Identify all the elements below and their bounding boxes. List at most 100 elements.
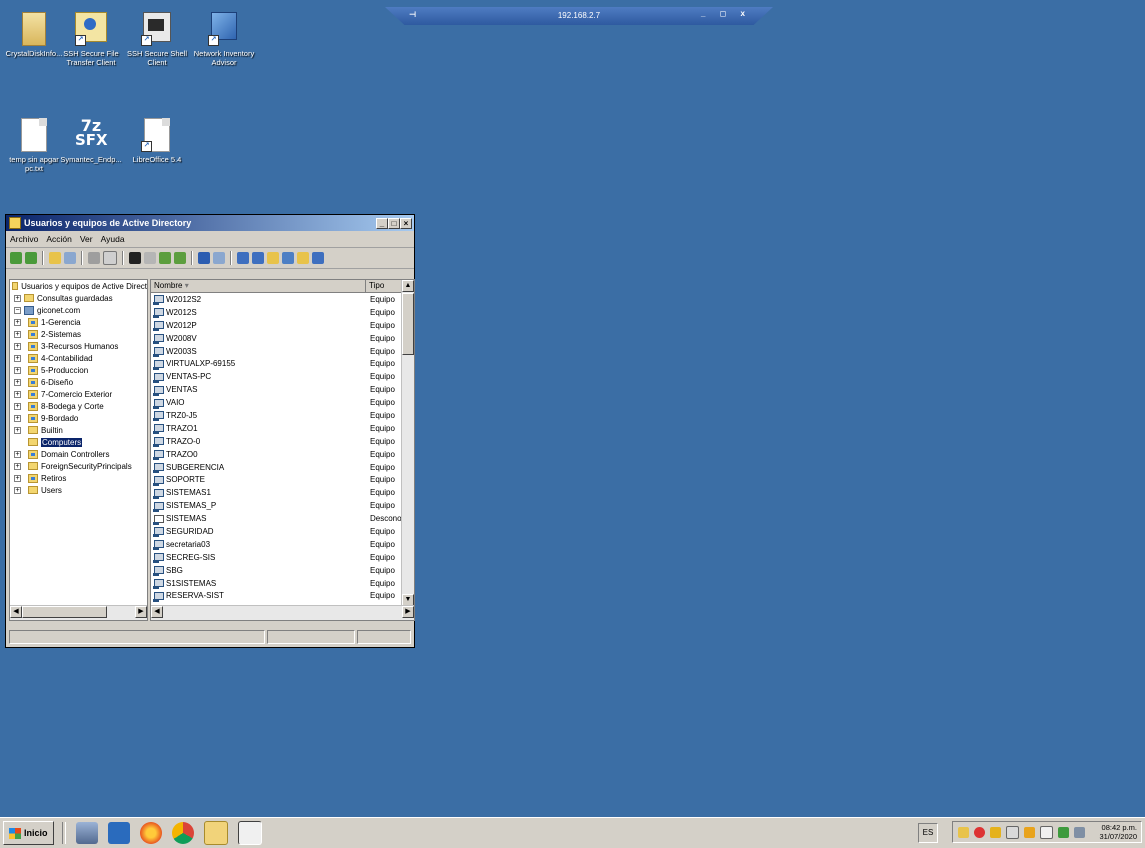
scroll-up-button[interactable]: ▲ xyxy=(402,280,414,292)
tree-item[interactable]: +1-Gerencia xyxy=(10,316,147,328)
firefox-icon[interactable] xyxy=(139,822,162,844)
desktop-icon-temp-txt[interactable]: temp sin apgar pc.txt xyxy=(2,118,66,173)
menu-archivo[interactable]: Archivo xyxy=(10,234,38,244)
list-item[interactable]: SOPORTE Equipo xyxy=(151,473,414,486)
list-item[interactable]: W2012S2 Equipo xyxy=(151,293,414,306)
expand-icon[interactable]: + xyxy=(14,450,21,458)
column-header-tipo[interactable]: Tipo xyxy=(366,280,402,292)
new-group-icon[interactable] xyxy=(252,252,264,264)
tree-item[interactable]: +2-Sistemas xyxy=(10,328,147,340)
list-item[interactable]: SECREG-SIS Equipo xyxy=(151,551,414,564)
list-item[interactable]: SISTEMAS1 Equipo xyxy=(151,486,414,499)
list-item[interactable]: secretaria03 Equipo xyxy=(151,538,414,551)
tray-disconnected-icon[interactable] xyxy=(1074,826,1085,838)
list-item[interactable]: SUBGERENCIA Equipo xyxy=(151,461,414,474)
menu-ayuda[interactable]: Ayuda xyxy=(101,234,125,244)
new-user-icon[interactable] xyxy=(237,252,249,264)
aduc-quicklaunch-icon[interactable] xyxy=(75,822,98,844)
menu-accion[interactable]: Acción xyxy=(46,234,72,244)
scroll-left-button[interactable]: ◀ xyxy=(151,606,163,618)
filter-icon[interactable] xyxy=(282,252,294,264)
tree-item[interactable]: +8-Bodega y Corte xyxy=(10,400,147,412)
maximize-button[interactable]: □ xyxy=(388,217,400,229)
list-item[interactable]: W2012S Equipo xyxy=(151,306,414,319)
expand-icon[interactable]: + xyxy=(14,486,21,494)
cut-icon[interactable] xyxy=(88,252,100,264)
tray-update-icon[interactable] xyxy=(1024,826,1035,838)
rdp-window-controls[interactable]: _ ◻ x xyxy=(701,9,751,18)
tree-item-root[interactable]: Usuarios y equipos de Active Direct xyxy=(10,280,147,292)
up-folder-icon[interactable] xyxy=(49,252,61,264)
list-item[interactable]: VENTAS-PC Equipo xyxy=(151,370,414,383)
tree-item[interactable]: Computers xyxy=(10,436,147,448)
forward-icon[interactable] xyxy=(25,252,37,264)
list-item[interactable]: VIRTUALXP-69155 Equipo xyxy=(151,357,414,370)
tree-item[interactable]: +9-Bordado xyxy=(10,412,147,424)
close-button[interactable]: × xyxy=(400,217,412,229)
console-tree[interactable]: Usuarios y equipos de Active Direct + Co… xyxy=(9,279,148,621)
language-indicator[interactable]: ES xyxy=(918,823,938,843)
collapse-icon[interactable]: − xyxy=(14,306,21,314)
list-item[interactable]: VAIO Equipo xyxy=(151,396,414,409)
desktop-icon-network-inventory[interactable]: ↗ Network Inventory Advisor xyxy=(192,12,256,67)
view-icon[interactable] xyxy=(213,252,225,264)
results-list[interactable]: Nombre ▾ Tipo W2012S2 Equipo W2012S Equipo W… xyxy=(150,279,415,621)
scroll-thumb[interactable] xyxy=(402,293,414,355)
expand-icon[interactable]: + xyxy=(14,414,21,422)
clock[interactable]: 08:42 p.m. 31/07/2020 xyxy=(1099,823,1137,841)
expand-icon[interactable]: + xyxy=(14,330,21,338)
expand-icon[interactable]: + xyxy=(14,354,21,362)
expand-icon[interactable]: + xyxy=(14,474,21,482)
new-ou-icon[interactable] xyxy=(267,252,279,264)
expand-icon[interactable]: + xyxy=(14,390,21,398)
tree-item[interactable]: +6-Diseño xyxy=(10,376,147,388)
tray-shield-icon[interactable] xyxy=(990,826,1001,838)
show-tree-icon[interactable] xyxy=(64,252,76,264)
tray-sync-icon[interactable] xyxy=(1058,826,1069,838)
tree-item[interactable]: + Builtin xyxy=(10,424,147,436)
copy-icon[interactable] xyxy=(103,251,117,265)
powershell-icon[interactable] xyxy=(107,822,130,844)
tray-security-icon[interactable] xyxy=(974,826,985,838)
explorer-folder-icon[interactable] xyxy=(203,821,228,845)
list-item[interactable]: SISTEMAS_P Equipo xyxy=(151,499,414,512)
list-item[interactable]: SBG Equipo xyxy=(151,564,414,577)
delete-icon[interactable] xyxy=(129,252,141,264)
export-icon[interactable] xyxy=(174,252,186,264)
column-header-nombre[interactable]: Nombre ▾ xyxy=(151,280,366,292)
tree-item[interactable]: +5-Produccion xyxy=(10,364,147,376)
menu-ver[interactable]: Ver xyxy=(80,234,93,244)
list-item[interactable]: TRAZO-0 Equipo xyxy=(151,435,414,448)
list-item[interactable]: SISTEMAS Desconoc xyxy=(151,512,414,525)
list-item[interactable]: TRAZO1 Equipo xyxy=(151,422,414,435)
tree-item[interactable]: + Domain Controllers xyxy=(10,448,147,460)
desktop-icon-libreoffice[interactable]: ↗ LibreOffice 5.4 xyxy=(125,118,189,164)
tree-item-saved-queries[interactable]: + Consultas guardadas xyxy=(10,292,147,304)
active-task-icon[interactable] xyxy=(237,821,262,845)
rdp-connection-bar[interactable]: ⊣ 192.168.2.7 _ ◻ x xyxy=(385,7,773,25)
desktop-icon-ssh-file-transfer[interactable]: ↗ SSH Secure File Transfer Client xyxy=(59,12,123,67)
tree-item[interactable]: + ForeignSecurityPrincipals xyxy=(10,460,147,472)
find-icon[interactable] xyxy=(297,252,309,264)
chrome-icon[interactable] xyxy=(171,822,194,844)
help-icon[interactable] xyxy=(198,252,210,264)
tree-item[interactable]: + Retiros xyxy=(10,472,147,484)
minimize-button[interactable]: _ xyxy=(376,217,388,229)
tree-item[interactable]: +3-Recursos Humanos xyxy=(10,340,147,352)
expand-icon[interactable]: + xyxy=(14,294,21,302)
scroll-left-button[interactable]: ◀ xyxy=(10,606,22,618)
list-item[interactable]: SEGURIDAD Equipo xyxy=(151,525,414,538)
expand-icon[interactable]: + xyxy=(14,342,21,350)
properties-icon[interactable] xyxy=(144,252,156,264)
add-to-group-icon[interactable] xyxy=(312,252,324,264)
back-icon[interactable] xyxy=(10,252,22,264)
expand-icon[interactable]: + xyxy=(14,378,21,386)
aduc-window[interactable]: Usuarios y equipos de Active Directory _… xyxy=(5,214,415,648)
tray-flag-icon[interactable] xyxy=(1040,825,1053,839)
tree-item-domain[interactable]: − giconet.com xyxy=(10,304,147,316)
list-item[interactable]: S1SISTEMAS Equipo xyxy=(151,577,414,590)
tree-horizontal-scrollbar[interactable]: ◀ ▶ xyxy=(10,605,147,620)
expand-icon[interactable]: + xyxy=(14,426,21,434)
desktop-icon-ssh-shell[interactable]: ↗ SSH Secure Shell Client xyxy=(125,12,189,67)
desktop-icon-symantec[interactable]: 7z SFX Symantec_Endp... xyxy=(59,118,123,165)
